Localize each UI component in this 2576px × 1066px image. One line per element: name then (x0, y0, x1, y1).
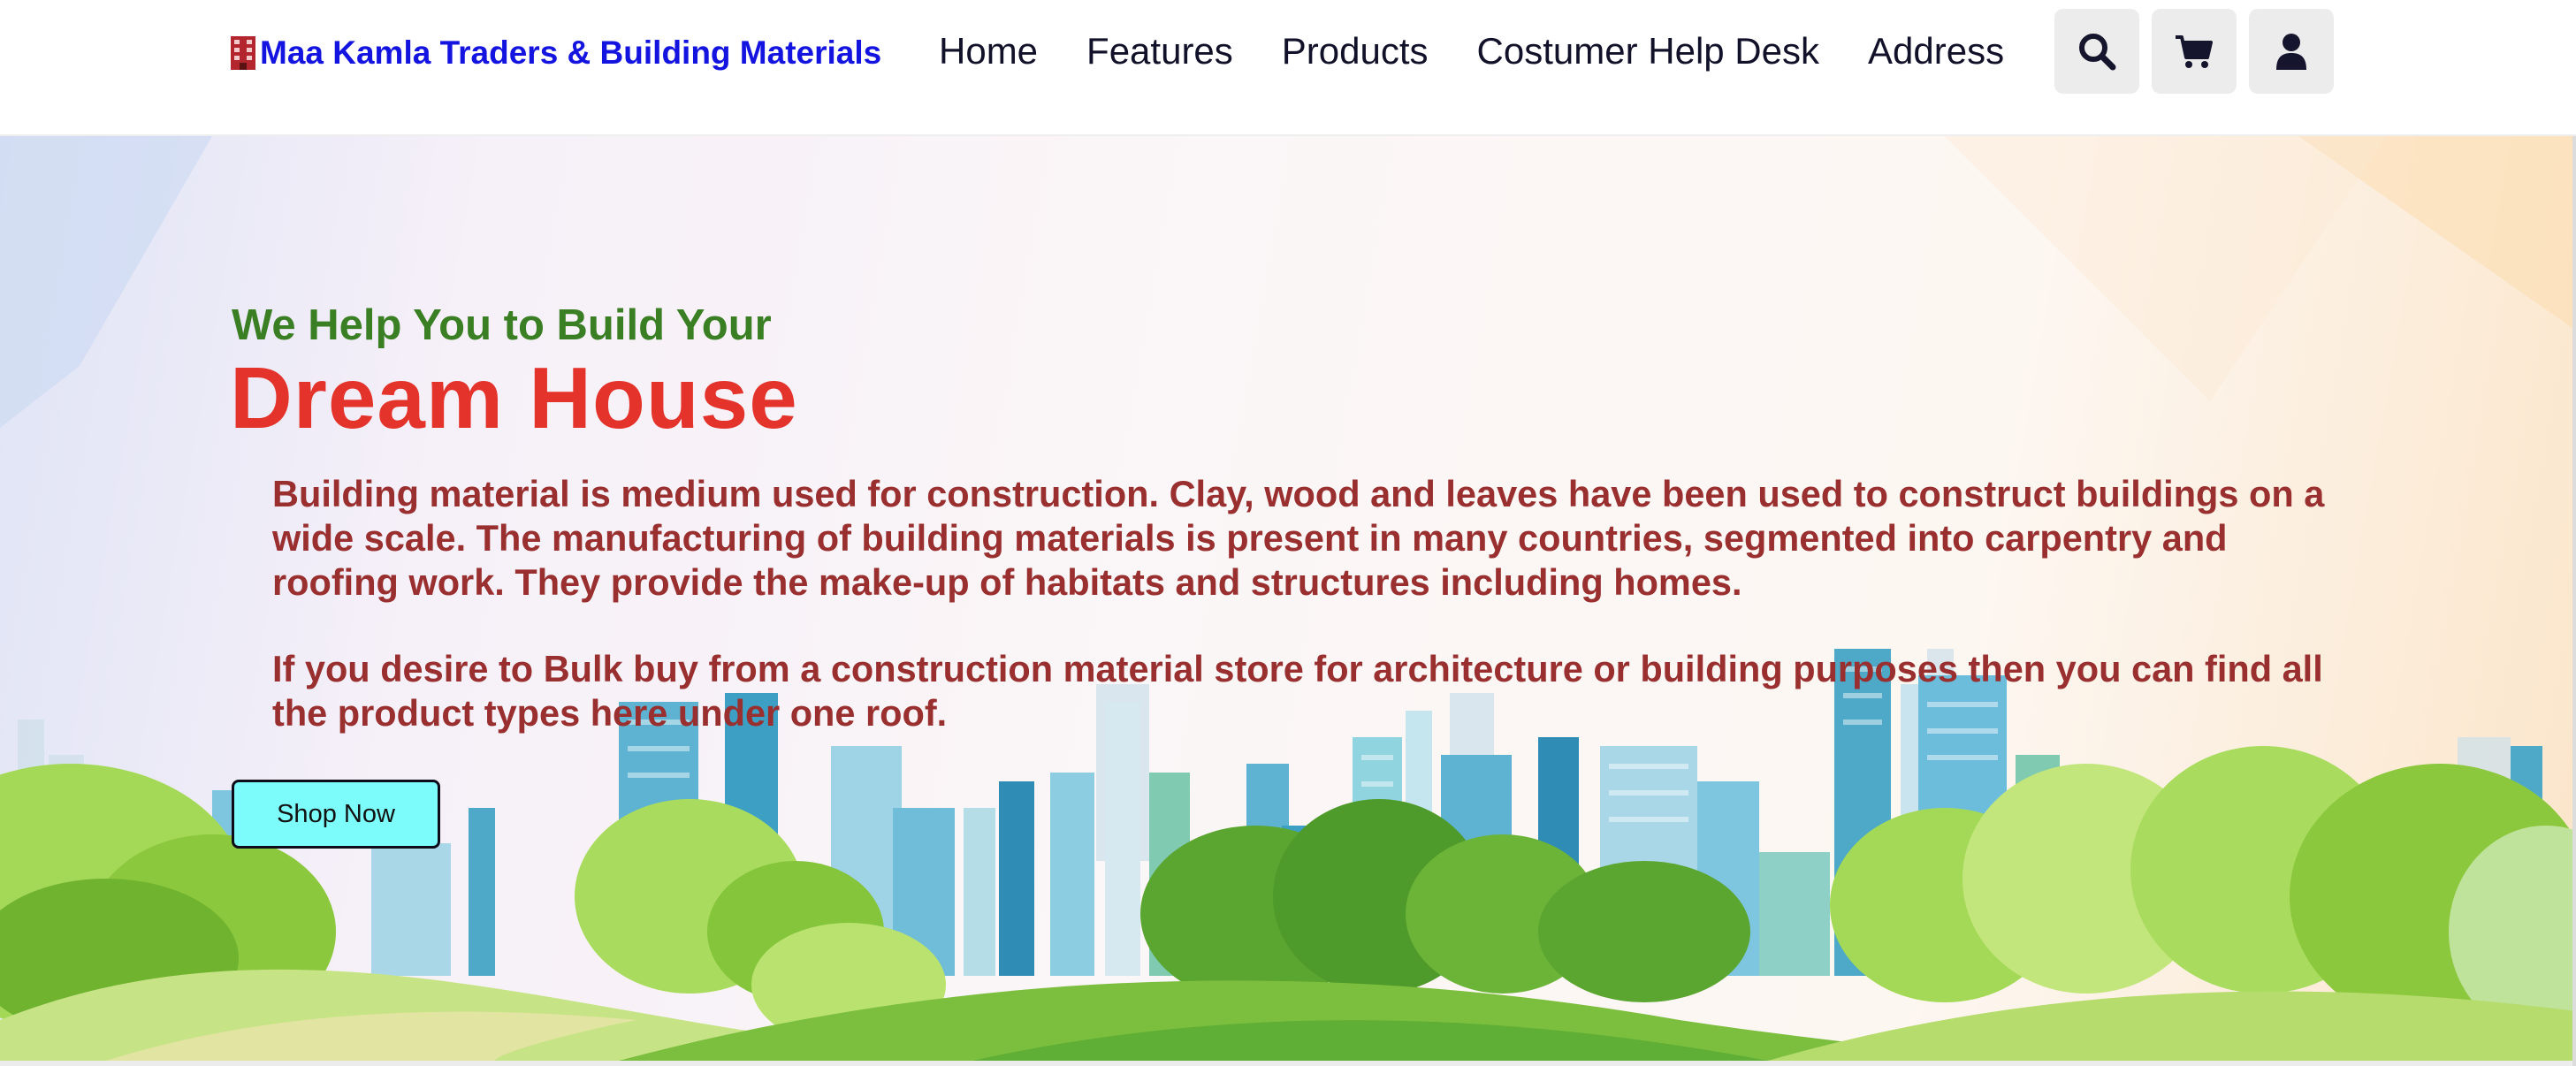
cart-icon (2176, 35, 2213, 68)
account-button[interactable] (2249, 9, 2334, 94)
hero-paragraph-1: Building material is medium used for con… (272, 473, 2325, 603)
cart-button[interactable] (2152, 9, 2237, 94)
site-header: Maa Kamla Traders & Building Materials H… (0, 0, 2576, 136)
building-icon (231, 36, 255, 70)
nav-features[interactable]: Features (1086, 27, 1233, 76)
shop-now-button[interactable]: Shop Now (232, 780, 440, 849)
nav-address[interactable]: Address (1868, 27, 2004, 76)
scrollbar-track[interactable] (2572, 0, 2576, 1066)
hero-title: Dream House (230, 349, 798, 446)
hero-paragraph-2: If you desire to Bulk buy from a constru… (272, 648, 2323, 734)
hero-section: We Help You to Build Your Dream House Bu… (0, 136, 2576, 1061)
page-bottom-divider (0, 1061, 2576, 1066)
nav-help-desk[interactable]: Costumer Help Desk (1477, 27, 1819, 76)
hero-content: We Help You to Build Your Dream House Bu… (0, 136, 2576, 1061)
search-button[interactable] (2054, 9, 2139, 94)
nav-products[interactable]: Products (1282, 27, 1429, 76)
search-icon (2079, 34, 2116, 71)
brand-name: Maa Kamla Traders & Building Materials (260, 34, 882, 71)
user-icon (2276, 34, 2306, 70)
main-nav: Home Features Products Costumer Help Des… (939, 27, 2053, 76)
brand-logo[interactable]: Maa Kamla Traders & Building Materials (230, 34, 881, 72)
hero-subtitle: We Help You to Build Your (232, 301, 772, 349)
nav-home[interactable]: Home (939, 27, 1038, 76)
